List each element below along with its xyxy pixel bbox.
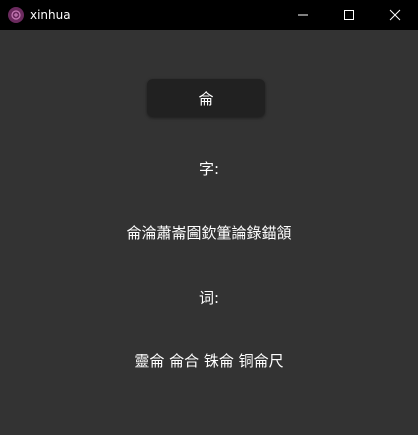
window-title: xinhua — [30, 8, 71, 22]
ci-list[interactable]: 靈侖 侖合 铢侖 铜侖尺 — [0, 351, 418, 371]
ci-heading: 词: — [198, 289, 220, 307]
title-bar[interactable]: xinhua — [0, 0, 418, 30]
character-button-label: 侖 — [198, 89, 214, 108]
main-content: 侖 字: 侖淪蕭崙圇欽箽論錄錨頷 词: 靈侖 侖合 铢侖 铜侖尺 — [0, 30, 418, 435]
app-window: xinhua 侖 字: 侖淪蕭崙圇欽箽論錄錨頷 词: 靈侖 侖合 铢侖 铜侖尺 — [0, 0, 418, 435]
minimize-icon — [298, 14, 308, 16]
zi-heading: 字: — [198, 160, 220, 178]
character-button[interactable]: 侖 — [147, 79, 265, 117]
close-icon — [389, 9, 401, 21]
zi-list[interactable]: 侖淪蕭崙圇欽箽論錄錨頷 — [0, 223, 418, 243]
app-logo-icon — [8, 7, 24, 23]
minimize-button[interactable] — [280, 0, 326, 30]
maximize-button[interactable] — [326, 0, 372, 30]
close-button[interactable] — [372, 0, 418, 30]
maximize-icon — [344, 10, 354, 20]
